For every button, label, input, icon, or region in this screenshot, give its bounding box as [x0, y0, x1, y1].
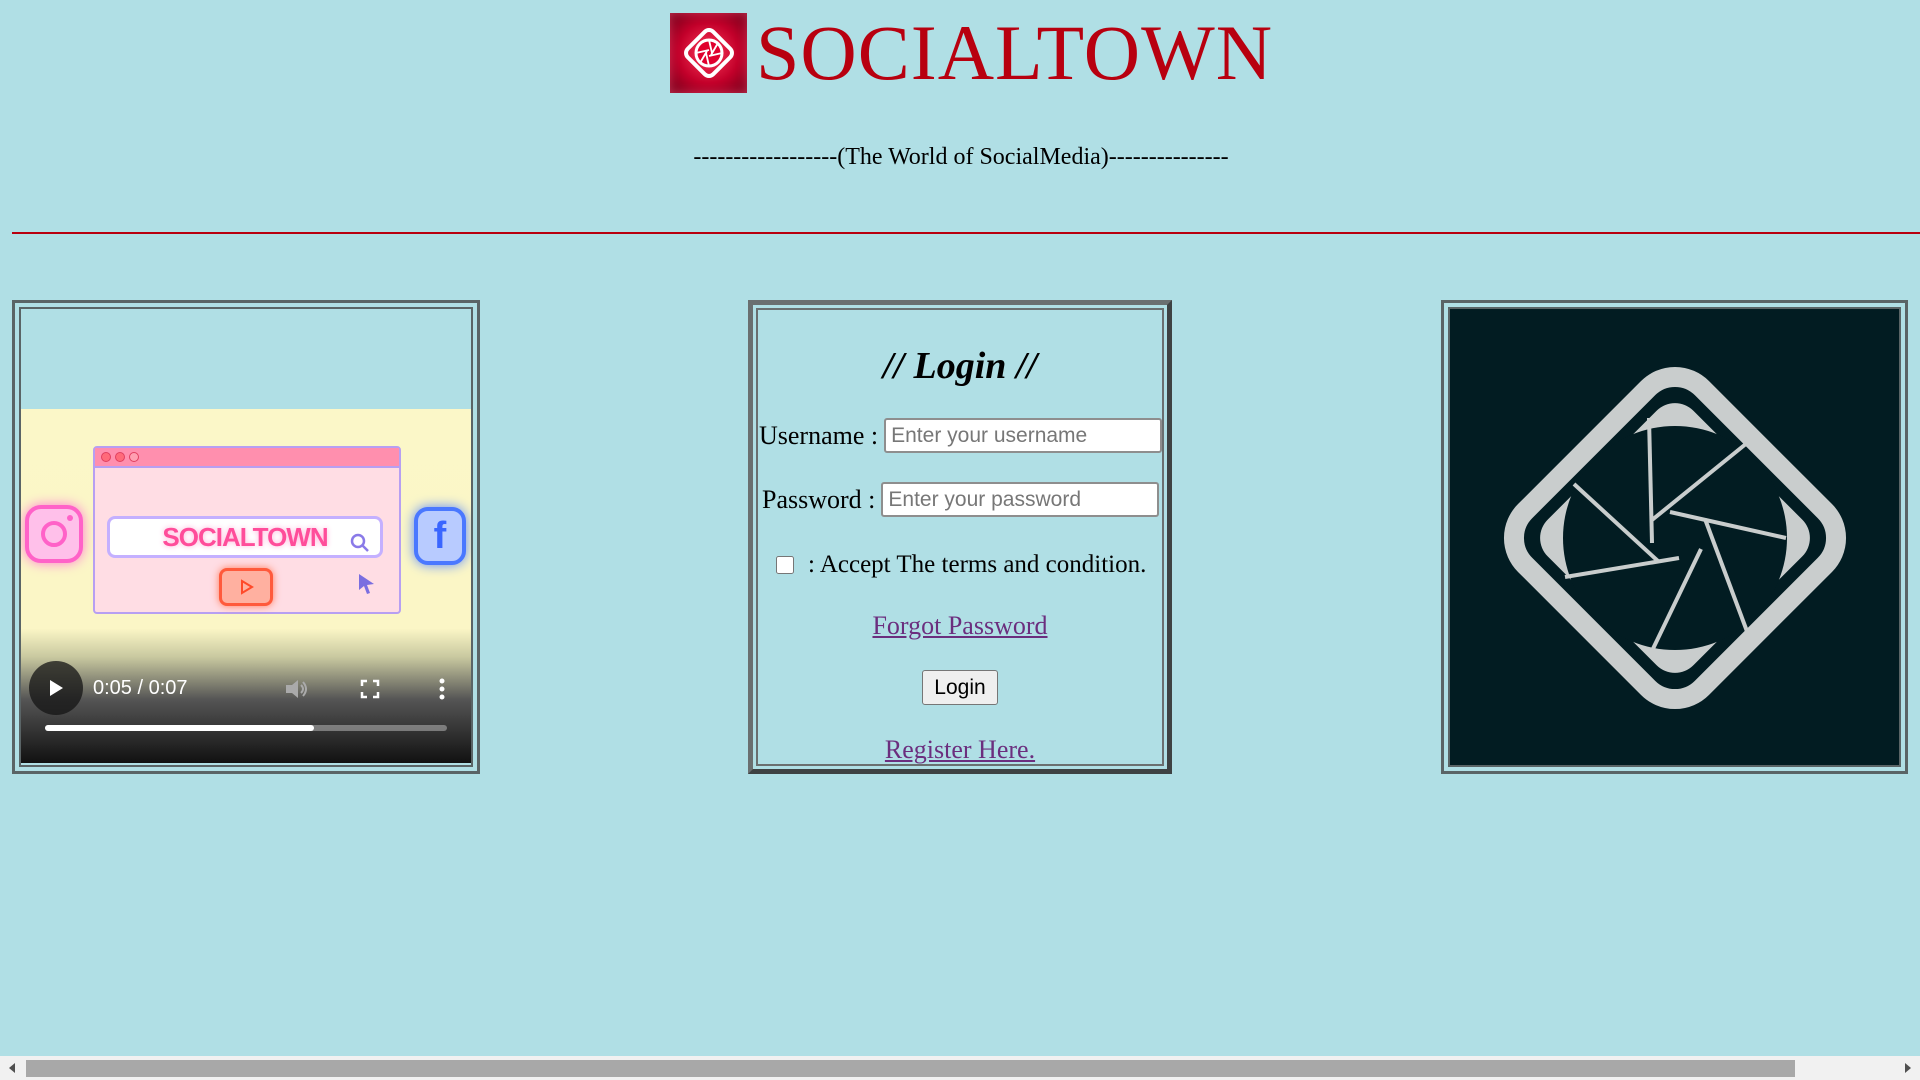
- video-progress-bar[interactable]: [45, 725, 447, 731]
- login-panel: // Login // Username : Password : : Acce…: [748, 300, 1172, 774]
- thumbnail-search-bar: SOCIALTOWN: [107, 516, 383, 558]
- username-label: Username :: [759, 420, 879, 450]
- video-player[interactable]: SOCIALTOWN f 0:05 / 0:07: [21, 409, 471, 763]
- forgot-password-link[interactable]: Forgot Password: [758, 611, 1162, 641]
- camera-aperture-icon: [1503, 366, 1847, 710]
- thumbnail-titlebar: [95, 448, 399, 468]
- thumbnail-brand-text: SOCIALTOWN: [162, 521, 328, 552]
- brand-header: SOCIALTOWN: [670, 12, 1273, 94]
- camera-aperture-icon: [670, 13, 747, 93]
- brand-name: SOCIALTOWN: [756, 9, 1274, 96]
- facebook-icon: f: [414, 507, 466, 565]
- scroll-right-icon[interactable]: [1896, 1056, 1920, 1080]
- window-dot: [115, 452, 125, 462]
- username-input[interactable]: [884, 418, 1162, 453]
- play-icon: [50, 680, 63, 696]
- video-thumbnail-window: SOCIALTOWN: [93, 446, 401, 614]
- terms-label: : Accept The terms and condition.: [808, 551, 1147, 578]
- cursor-icon: [357, 572, 377, 601]
- video-progress-fill: [45, 725, 315, 731]
- logo-image: [1448, 307, 1901, 767]
- tagline: ------------------(The World of SocialMe…: [693, 144, 1229, 170]
- instagram-icon: [25, 505, 83, 563]
- youtube-icon: [219, 568, 273, 606]
- window-dot: [101, 452, 111, 462]
- video-time: 0:05 / 0:07: [93, 677, 188, 699]
- horizontal-scrollbar[interactable]: [0, 1056, 1920, 1080]
- play-button[interactable]: [29, 661, 83, 715]
- video-controls: 0:05 / 0:07: [21, 653, 471, 763]
- login-button[interactable]: Login: [922, 670, 998, 705]
- username-row: Username :: [759, 418, 1162, 453]
- video-panel-inner: SOCIALTOWN f 0:05 / 0:07: [19, 307, 473, 767]
- window-dot: [129, 452, 139, 462]
- more-options-icon[interactable]: [428, 675, 456, 703]
- login-form: // Login // Username : Password : : Acce…: [756, 308, 1164, 766]
- register-link[interactable]: Register Here.: [758, 735, 1162, 764]
- fullscreen-icon[interactable]: [356, 675, 384, 703]
- scrollbar-thumb[interactable]: [26, 1060, 1795, 1077]
- login-title: // Login //: [882, 345, 1038, 387]
- video-panel: SOCIALTOWN f 0:05 / 0:07: [12, 300, 480, 774]
- terms-checkbox[interactable]: [776, 556, 794, 574]
- volume-icon[interactable]: [283, 675, 311, 703]
- password-input[interactable]: [881, 482, 1160, 517]
- login-page: SOCIALTOWN ------------------(The World …: [0, 0, 1920, 1080]
- scroll-left-icon[interactable]: [0, 1056, 24, 1080]
- search-icon: [350, 529, 370, 560]
- logo-image-panel: [1441, 300, 1908, 774]
- password-row: Password :: [762, 482, 1160, 517]
- header-divider: [12, 232, 1920, 234]
- terms-row: : Accept The terms and condition.: [776, 551, 1146, 579]
- password-label: Password :: [762, 484, 876, 514]
